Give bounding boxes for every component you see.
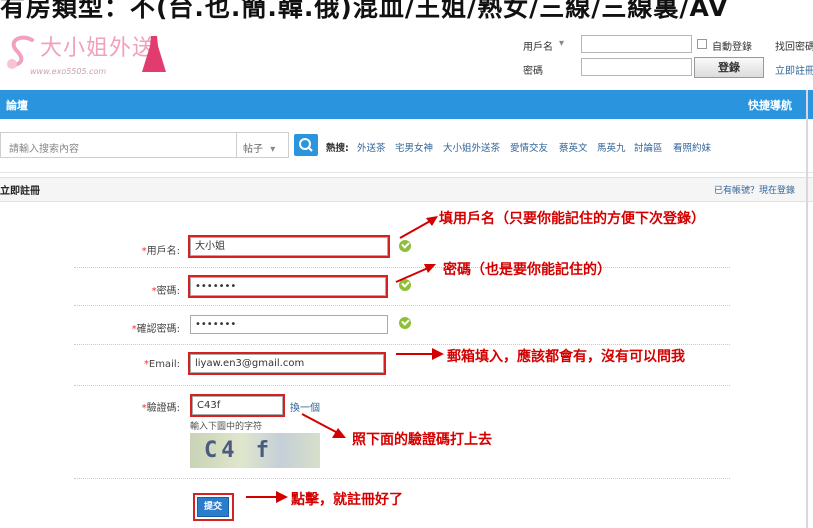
confirm-password-field-label: *確認密碼: — [60, 320, 180, 335]
hot-search-term[interactable]: 大小姐外送茶 — [443, 140, 500, 154]
email-highlight-box — [188, 352, 386, 375]
email-field-label: *Email: — [60, 359, 180, 370]
search-input[interactable]: 請輸入搜索內容 — [0, 132, 236, 158]
email-annotation: 郵箱填入，應該都會有，沒有可以問我 — [447, 349, 685, 365]
arrow-icon — [301, 413, 346, 438]
register-title: 立即註冊 — [0, 186, 40, 197]
hot-search-term[interactable]: 討論區 — [634, 140, 663, 154]
auto-login-label: 自動登錄 — [712, 42, 752, 53]
logo-url: www.exo5505.com — [30, 67, 107, 76]
username-annotation: 填用戶名（只要你能記住的方便下次登錄） — [439, 211, 705, 227]
arrow-icon — [396, 348, 444, 360]
password-highlight-box — [188, 275, 388, 298]
captcha-field-label: *驗證碼: — [60, 399, 180, 414]
hot-search-label: 熱搜: — [326, 143, 349, 154]
username-field-label: *用戶名: — [60, 242, 180, 257]
top-banner-text: 有房類型：不(台.也.簡.韓.俄)混血/王姐/熟女/三線/三線裏/AV — [0, 0, 729, 22]
login-password-input[interactable] — [581, 58, 692, 76]
email-field-label-text: Email: — [148, 359, 180, 370]
search-type-value: 帖子 — [243, 144, 263, 155]
username-highlight-box — [188, 235, 390, 258]
register-link[interactable]: 立即註冊 — [775, 62, 813, 77]
captcha-image-text: C4 f — [204, 438, 273, 463]
hot-search-term[interactable]: 看照約妹 — [673, 140, 711, 154]
check-icon — [399, 317, 411, 329]
already-have-account-link[interactable]: 已有帳號？現在登錄 — [714, 183, 795, 196]
captcha-field-label-text: 驗證碼: — [146, 403, 180, 414]
hot-search-term[interactable]: 蔡英文 — [559, 140, 588, 154]
username-field-label-text: 用戶名: — [146, 246, 180, 257]
arrow-icon — [246, 491, 288, 503]
login-button[interactable]: 登錄 — [694, 57, 764, 78]
nav-item-forum[interactable]: 論壇 — [6, 97, 28, 113]
submit-button[interactable]: 提交 — [197, 497, 229, 517]
register-header-bar — [0, 177, 813, 202]
search-type-select[interactable]: 帖子 ▾ — [236, 132, 289, 158]
auto-login-checkbox[interactable] — [697, 39, 707, 49]
confirm-password-field-label-text: 確認密碼: — [136, 324, 180, 335]
hot-search-term[interactable]: 宅男女神 — [395, 140, 433, 154]
hot-search-term[interactable]: 馬英九 — [597, 140, 626, 154]
password-field-label-text: 密碼: — [156, 286, 180, 297]
submit-annotation: 點擊，就註冊好了 — [291, 492, 403, 508]
logo-s-icon — [7, 35, 34, 69]
username-type-caret[interactable]: ▾ — [559, 38, 564, 49]
captcha-hint: 輸入下圖中的字符 — [190, 422, 263, 432]
dress-icon — [142, 36, 166, 72]
password-label: 密碼 — [523, 66, 543, 77]
page-border — [806, 90, 808, 528]
confirm-password-input[interactable]: ••••••• — [190, 315, 388, 334]
logo-text: 大小姐外送 — [40, 36, 156, 61]
form-separator — [74, 385, 730, 386]
username-label: 用戶名 — [523, 42, 553, 53]
login-username-input[interactable] — [581, 35, 692, 53]
form-separator — [74, 478, 730, 479]
search-icon — [299, 138, 313, 152]
captcha-highlight-box — [190, 394, 285, 417]
password-field-label: *密碼: — [60, 282, 180, 297]
password-annotation: 密碼（也是要你能記住的） — [443, 262, 611, 278]
form-separator — [74, 305, 730, 306]
quick-nav-link[interactable]: 快捷導航 — [748, 97, 792, 113]
hot-search-term[interactable]: 愛情交友 — [510, 140, 548, 154]
find-password-link[interactable]: 找回密碼 — [775, 38, 813, 53]
hot-search-term[interactable]: 外送茶 — [357, 140, 386, 154]
captcha-annotation: 照下面的驗證碼打上去 — [352, 432, 492, 448]
arrow-icon — [395, 264, 436, 283]
form-separator — [74, 344, 730, 345]
search-button[interactable] — [294, 134, 318, 156]
chevron-down-icon: ▾ — [270, 144, 276, 155]
main-navbar — [0, 90, 813, 119]
